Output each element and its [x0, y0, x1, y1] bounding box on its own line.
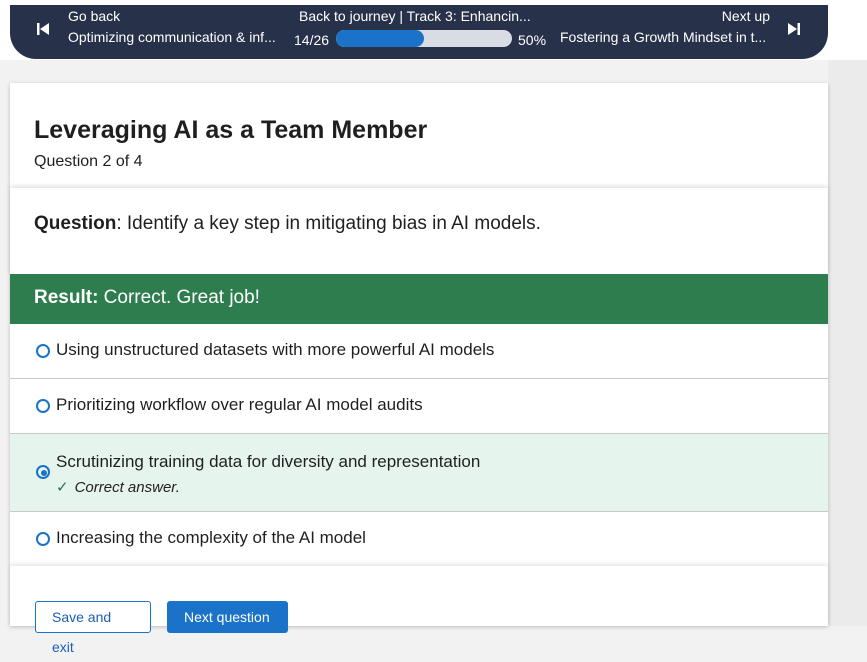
radio-button[interactable] [36, 399, 50, 413]
question-counter: Question 2 of 4 [34, 153, 143, 170]
answer-option-text: Increasing the complexity of the AI mode… [56, 528, 366, 547]
quiz-card: Leveraging AI as a Team Member Question … [10, 83, 828, 655]
progress-percent: 50% [518, 32, 547, 48]
answer-option-text: Scrutinizing training data for diversity… [56, 452, 481, 471]
answer-option-selected[interactable]: Scrutinizing training data for diversity… [10, 434, 828, 512]
back-to-journey-link[interactable]: Back to journey | Track 3: Enhancin... [299, 8, 531, 24]
go-back-label[interactable]: Go back [68, 8, 120, 24]
question-label: Question [34, 213, 117, 234]
radio-button[interactable] [36, 344, 50, 358]
action-bar: Save and exit Next question [10, 566, 828, 655]
correct-answer-label: Correct answer. [74, 479, 180, 496]
skip-previous-icon[interactable] [35, 21, 51, 42]
answer-option[interactable]: Using unstructured datasets with more po… [10, 324, 828, 379]
next-question-button[interactable]: Next question [167, 601, 288, 633]
next-up-label[interactable]: Next up [722, 8, 770, 24]
quiz-title: Leveraging AI as a Team Member [34, 116, 428, 144]
correct-answer-note: ✓ Correct answer. [56, 478, 180, 496]
progress-bar [336, 30, 512, 47]
journey-navigation: Go back Optimizing communication & inf..… [10, 5, 828, 59]
save-and-exit-button[interactable]: Save and exit [35, 601, 151, 655]
answer-option-text: Prioritizing workflow over regular AI mo… [56, 395, 423, 414]
radio-button[interactable] [36, 532, 50, 546]
question-panel: Question: Identify a key step in mitigat… [10, 188, 828, 274]
skip-next-icon[interactable] [786, 21, 802, 42]
previous-item-title[interactable]: Optimizing communication & inf... [68, 29, 276, 45]
result-banner: Result: Correct. Great job! [10, 274, 828, 324]
checkmark-icon: ✓ [56, 479, 69, 496]
next-item-title[interactable]: Fostering a Growth Mindset in t... [560, 29, 766, 45]
question-text: Question: Identify a key step in mitigat… [34, 213, 541, 235]
result-label: Result: [34, 287, 99, 308]
result-message: Correct. Great job! [98, 287, 260, 308]
answer-option-text: Using unstructured datasets with more po… [56, 340, 495, 359]
radio-button-checked[interactable] [36, 465, 50, 479]
question-body: : Identify a key step in mitigating bias… [116, 213, 541, 234]
progress-bar-fill [336, 30, 424, 47]
answer-option[interactable]: Increasing the complexity of the AI mode… [10, 512, 828, 566]
progress-count: 14/26 [294, 32, 330, 48]
answer-option[interactable]: Prioritizing workflow over regular AI mo… [10, 379, 828, 434]
page-margin [828, 60, 867, 626]
